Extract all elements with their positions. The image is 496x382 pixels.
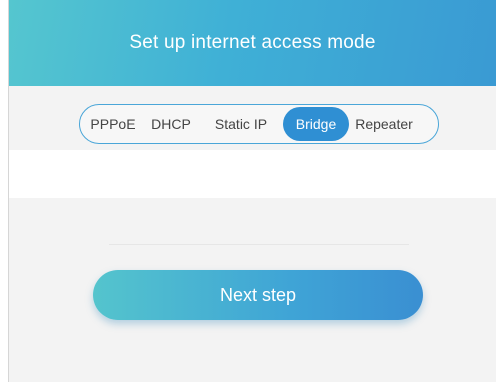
page-title: Set up internet access mode bbox=[129, 32, 376, 53]
divider bbox=[109, 244, 409, 245]
mode-option-pppoe[interactable]: PPPoE bbox=[83, 107, 143, 141]
access-mode-selector: PPPoE DHCP Static IP Bridge Repeater bbox=[79, 104, 439, 144]
settings-area bbox=[9, 150, 496, 198]
mode-option-static-ip[interactable]: Static IP bbox=[199, 107, 283, 141]
setup-panel: Set up internet access mode PPPoE DHCP S… bbox=[8, 0, 496, 382]
next-step-button[interactable]: Next step bbox=[93, 270, 423, 320]
mode-option-repeater[interactable]: Repeater bbox=[349, 107, 419, 141]
next-step-label: Next step bbox=[219, 284, 297, 305]
mode-option-dhcp[interactable]: DHCP bbox=[143, 107, 199, 141]
mode-option-bridge[interactable]: Bridge bbox=[283, 107, 349, 141]
page-header: Set up internet access mode bbox=[9, 0, 496, 86]
